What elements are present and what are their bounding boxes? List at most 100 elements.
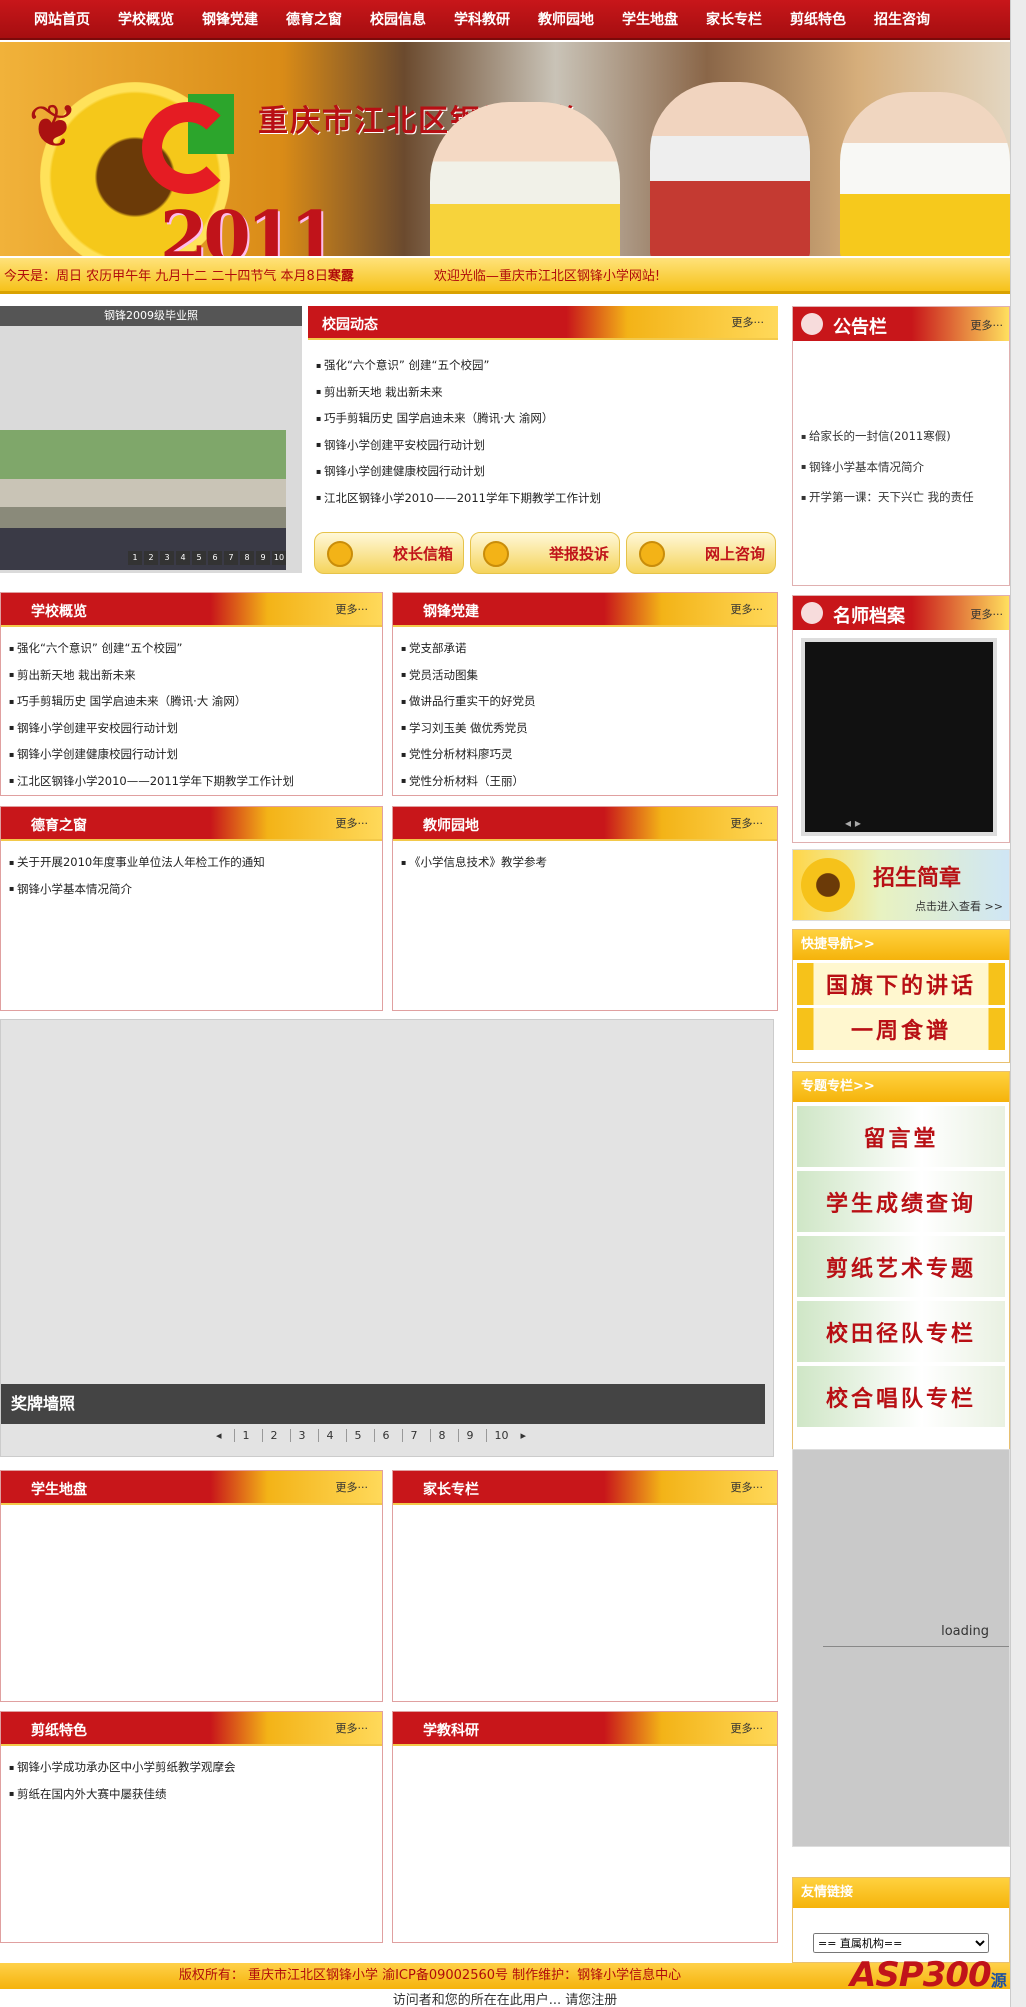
awards-page-button[interactable]: 1 xyxy=(233,1429,250,1442)
nav-item[interactable]: 家长专栏 xyxy=(692,9,776,29)
enrollment-link[interactable]: 点击进入查看 >> xyxy=(915,898,1003,914)
weekly-menu-button[interactable]: 一周食谱 xyxy=(797,1008,1005,1050)
list-item[interactable]: 党支部承诺 xyxy=(401,635,777,662)
more-link[interactable]: 更多··· xyxy=(731,601,764,617)
list-item[interactable]: 《小学信息技术》教学参考 xyxy=(401,849,777,876)
more-link[interactable]: 更多··· xyxy=(731,1720,764,1736)
slide-page-button[interactable]: 10 xyxy=(272,551,286,565)
banner-photo-student xyxy=(840,92,1010,256)
list-item[interactable]: 钢锋小学成功承办区中小学剪纸教学观摩会 xyxy=(9,1754,382,1781)
news-item[interactable]: 强化“六个意识” 创建“五个校园” xyxy=(316,352,778,379)
list-item[interactable]: 剪出新天地 栽出新未来 xyxy=(9,662,382,689)
slide-caption: 钢锋2009级毕业照 xyxy=(0,306,302,326)
panel-title: 公告栏 xyxy=(833,317,887,338)
nav-item[interactable]: 学校概览 xyxy=(104,9,188,29)
more-link[interactable]: 更多··· xyxy=(336,601,369,617)
awards-page-button[interactable]: 4 xyxy=(317,1429,334,1442)
slide-page-button[interactable]: 4 xyxy=(176,551,190,565)
school-logo xyxy=(142,102,234,194)
news-item[interactable]: 钢锋小学创建平安校园行动计划 xyxy=(316,432,778,459)
notice-item[interactable]: 钢锋小学基本情况简介 xyxy=(801,452,1009,483)
panel-title: 钢锋党建 xyxy=(423,604,479,620)
notice-item[interactable]: 开学第一课：天下兴亡 我的责任 xyxy=(801,482,1009,513)
list-item[interactable]: 剪纸在国内外大赛中屡获佳绩 xyxy=(9,1781,382,1808)
awards-page-button[interactable]: 3 xyxy=(289,1429,306,1442)
list-item[interactable]: 党员活动图集 xyxy=(401,662,777,689)
awards-page-button[interactable]: 8 xyxy=(429,1429,446,1442)
principal-mailbox-button[interactable]: 校长信箱 xyxy=(314,532,464,574)
friend-links-select[interactable]: == 直属机构== xyxy=(813,1933,989,1953)
news-item[interactable]: 剪出新天地 栽出新未来 xyxy=(316,379,778,406)
notice-item[interactable]: 给家长的一封信(2011寒假) xyxy=(801,421,1009,452)
more-link[interactable]: 更多··· xyxy=(336,815,369,831)
awards-page-button[interactable]: 10 xyxy=(485,1429,509,1442)
list-item[interactable]: 关于开展2010年度事业单位法人年检工作的通知 xyxy=(9,849,382,876)
slide-page-button[interactable]: 5 xyxy=(192,551,206,565)
online-consult-button[interactable]: 网上咨询 xyxy=(626,532,776,574)
list-item[interactable]: 巧手剪辑历史 国学启迪未来（腾讯·大 渝网） xyxy=(9,688,382,715)
prev-arrow-icon[interactable]: ◂ xyxy=(216,1429,222,1442)
teacher-film-viewer[interactable] xyxy=(801,638,997,836)
friend-links-panel: 友情链接 == 直属机构== xyxy=(792,1877,1010,1963)
nav-item[interactable]: 招生咨询 xyxy=(860,9,944,29)
slide-page-button[interactable]: 3 xyxy=(160,551,174,565)
awards-page-button[interactable]: 7 xyxy=(401,1429,418,1442)
news-item[interactable]: 巧手剪辑历史 国学启迪未来（腾讯·大 渝网） xyxy=(316,405,778,432)
notice-board: 公告栏 更多··· 给家长的一封信(2011寒假)钢锋小学基本情况简介开学第一课… xyxy=(792,306,1010,586)
report-complaint-button[interactable]: 举报投诉 xyxy=(470,532,620,574)
flag-speech-button[interactable]: 国旗下的讲话 xyxy=(797,963,1005,1005)
more-link[interactable]: 更多··· xyxy=(732,314,765,330)
news-item[interactable]: 江北区钢锋小学2010——2011学年下期教学工作计划 xyxy=(316,485,778,512)
date-ticker: 今天是：周日 农历甲午年 九月十二 二十四节气 本月8日寒露 欢迎光临—重庆市江… xyxy=(0,258,1010,294)
awards-page-button[interactable]: 2 xyxy=(261,1429,278,1442)
overview-panel: 学校概览 更多··· 强化“六个意识” 创建“五个校园”剪出新天地 栽出新未来巧手… xyxy=(0,592,383,796)
nav-item[interactable]: 剪纸特色 xyxy=(776,9,860,29)
slide-page-button[interactable]: 2 xyxy=(144,551,158,565)
more-link[interactable]: 更多··· xyxy=(336,1479,369,1495)
enrollment-banner[interactable]: 招生简章 点击进入查看 >> xyxy=(792,849,1010,921)
awards-gallery[interactable]: 奖牌墙照 ◂ 1 2 3 4 5 6 7 8 9 10 ▸ xyxy=(0,1019,774,1457)
list-item[interactable]: 江北区钢锋小学2010——2011学年下期教学工作计划 xyxy=(9,768,382,795)
list-item[interactable]: 强化“六个意识” 创建“五个校园” xyxy=(9,635,382,662)
awards-page-button[interactable]: 6 xyxy=(373,1429,390,1442)
list-item[interactable]: 学习刘玉美 做优秀党员 xyxy=(401,715,777,742)
more-link[interactable]: 更多··· xyxy=(731,815,764,831)
list-item[interactable]: 党性分析材料（王丽） xyxy=(401,768,777,795)
more-link[interactable]: 更多··· xyxy=(731,1479,764,1495)
slide-page-button[interactable]: 9 xyxy=(256,551,270,565)
nav-item[interactable]: 钢锋党建 xyxy=(188,9,272,29)
nav-item[interactable]: 德育之窗 xyxy=(272,9,356,29)
more-link[interactable]: 更多··· xyxy=(971,606,1004,622)
more-link[interactable]: 更多··· xyxy=(971,317,1004,333)
more-link[interactable]: 更多··· xyxy=(336,1720,369,1736)
nav-item[interactable]: 学科教研 xyxy=(440,9,524,29)
photo-slideshow[interactable]: 钢锋2009级毕业照 1 2 3 4 5 6 7 8 9 10 xyxy=(0,306,302,573)
papercut-topic-button[interactable]: 剪纸艺术专题 xyxy=(797,1236,1005,1297)
friend-links-title: 友情链接 xyxy=(793,1878,1009,1908)
choir-button[interactable]: 校合唱队专栏 xyxy=(797,1366,1005,1427)
nav-item[interactable]: 教师园地 xyxy=(524,9,608,29)
guestbook-button[interactable]: 留言堂 xyxy=(797,1106,1005,1167)
list-item[interactable]: 钢锋小学创建平安校园行动计划 xyxy=(9,715,382,742)
list-item[interactable]: 钢锋小学基本情况简介 xyxy=(9,876,382,903)
track-team-button[interactable]: 校田径队专栏 xyxy=(797,1301,1005,1362)
awards-page-button[interactable]: 5 xyxy=(345,1429,362,1442)
grades-query-button[interactable]: 学生成绩查询 xyxy=(797,1171,1005,1232)
news-item[interactable]: 钢锋小学创建健康校园行动计划 xyxy=(316,458,778,485)
slide-page-button[interactable]: 8 xyxy=(240,551,254,565)
nav-item[interactable]: 网站首页 xyxy=(0,9,104,29)
student-panel: 学生地盘 更多··· xyxy=(0,1470,383,1702)
slide-page-button[interactable]: 7 xyxy=(224,551,238,565)
list-item[interactable]: 做讲品行重实干的好党员 xyxy=(401,688,777,715)
next-arrow-icon[interactable]: ▸ xyxy=(521,1429,527,1442)
list-item[interactable]: 钢锋小学创建健康校园行动计划 xyxy=(9,741,382,768)
slide-page-button[interactable]: 6 xyxy=(208,551,222,565)
awards-page-button[interactable]: 9 xyxy=(457,1429,474,1442)
slide-photo[interactable] xyxy=(0,430,286,570)
scrollbar[interactable] xyxy=(1010,0,1026,2007)
topics-panel: 专题专栏>> 留言堂 学生成绩查询 剪纸艺术专题 校田径队专栏 校合唱队专栏 xyxy=(792,1071,1010,1451)
slide-page-button[interactable]: 1 xyxy=(128,551,142,565)
nav-item[interactable]: 校园信息 xyxy=(356,9,440,29)
list-item[interactable]: 党性分析材料廖巧灵 xyxy=(401,741,777,768)
nav-item[interactable]: 学生地盘 xyxy=(608,9,692,29)
